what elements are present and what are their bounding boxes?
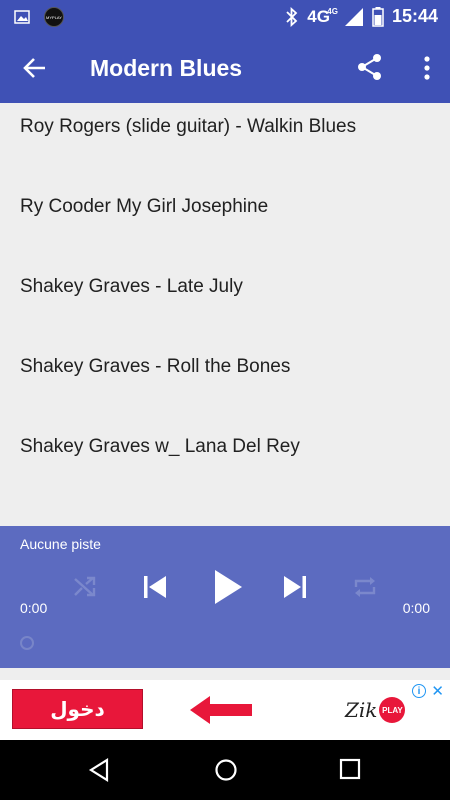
share-icon[interactable] bbox=[356, 53, 384, 81]
app-bar: Modern Blues bbox=[0, 33, 450, 103]
ad-logo: Zik PLAY bbox=[345, 697, 406, 723]
more-options-icon[interactable] bbox=[422, 55, 432, 81]
nav-recents-icon[interactable] bbox=[339, 758, 361, 780]
previous-icon[interactable] bbox=[142, 573, 168, 601]
track-list: Roy Rogers (slide guitar) - Walkin Blues… bbox=[0, 103, 450, 526]
player-panel: Aucune piste 0:00 0:00 bbox=[0, 526, 450, 668]
signal-icon bbox=[344, 7, 363, 26]
page-title: Modern Blues bbox=[90, 55, 243, 81]
navigation-bar bbox=[0, 740, 450, 800]
total-time: 0:00 bbox=[402, 600, 430, 616]
battery-icon bbox=[372, 6, 384, 27]
ad-banner[interactable]: دخول Zik PLAY i ✕ bbox=[0, 680, 450, 740]
list-item[interactable]: Shakey Graves w_ Lana Del Rey bbox=[20, 436, 300, 458]
repeat-icon[interactable] bbox=[352, 574, 378, 600]
list-item[interactable]: Shakey Graves - Roll the Bones bbox=[20, 356, 290, 378]
nav-home-icon[interactable] bbox=[214, 758, 238, 782]
now-playing-label: Aucune piste bbox=[20, 536, 101, 552]
bluetooth-icon bbox=[286, 6, 298, 27]
network-type: 4G 4G bbox=[307, 6, 338, 26]
ad-enter-button[interactable]: دخول bbox=[12, 689, 143, 729]
list-item[interactable]: Shakey Graves - Late July bbox=[20, 276, 243, 298]
nav-back-icon[interactable] bbox=[88, 758, 110, 782]
image-notification-icon bbox=[14, 10, 30, 24]
list-item[interactable]: Ry Cooder My Girl Josephine bbox=[20, 196, 268, 218]
clock: 15:44 bbox=[391, 6, 438, 26]
ad-close-icon[interactable]: ✕ bbox=[431, 682, 444, 700]
back-arrow-icon[interactable] bbox=[22, 55, 48, 81]
list-item[interactable]: Roy Rogers (slide guitar) - Walkin Blues bbox=[20, 116, 356, 138]
elapsed-time: 0:00 bbox=[20, 600, 48, 616]
status-bar: MYPLAY 4G 4G 15:44 bbox=[0, 0, 450, 33]
seek-handle[interactable] bbox=[20, 636, 34, 650]
arrow-left-icon bbox=[190, 696, 252, 724]
ad-info-icon[interactable]: i bbox=[412, 684, 426, 698]
play-icon[interactable] bbox=[212, 568, 244, 606]
shuffle-icon[interactable] bbox=[72, 574, 98, 600]
app-notification-icon: MYPLAY bbox=[44, 7, 64, 27]
next-icon[interactable] bbox=[282, 573, 308, 601]
